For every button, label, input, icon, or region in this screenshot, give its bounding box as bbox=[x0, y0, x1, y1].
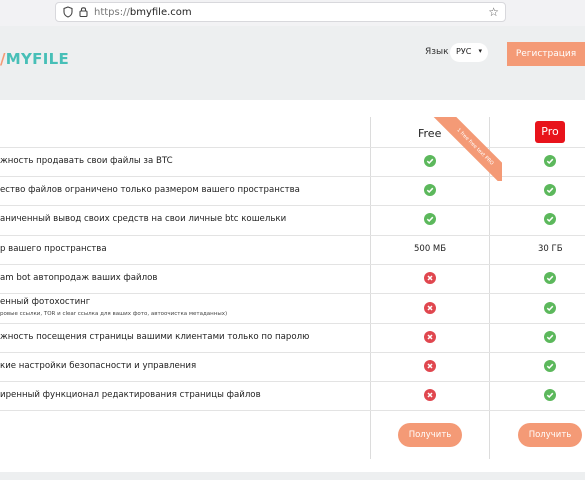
ribbon: 1 free free text PRO bbox=[430, 117, 502, 181]
bookmark-star-icon[interactable]: ☆ bbox=[488, 5, 499, 19]
check-icon bbox=[544, 331, 556, 343]
row-divider bbox=[0, 235, 585, 236]
feature-label: жность посещения страницы вашими клиента… bbox=[0, 332, 310, 342]
language-value: РУС bbox=[456, 47, 472, 56]
site-logo[interactable]: /MYFILE bbox=[0, 50, 69, 68]
storage-free-value: 500 МБ bbox=[414, 244, 447, 254]
feature-label: ество файлов ограничено только размером … bbox=[0, 185, 300, 195]
address-bar[interactable]: https://bmyfile.com ☆ bbox=[55, 2, 506, 22]
column-divider bbox=[370, 117, 371, 459]
footer-strip bbox=[0, 472, 585, 480]
feature-label: аниченный вывод своих средств на свои ли… bbox=[0, 214, 287, 224]
check-icon bbox=[544, 360, 556, 372]
storage-pro-value: 30 ГБ bbox=[538, 244, 563, 254]
feature-sublabel: ровые ссылки, TOR и clear ссылка для ваш… bbox=[0, 311, 228, 317]
feature-label: енный фотохостинг bbox=[0, 297, 91, 307]
feature-label: кие настройки безопасности и управления bbox=[0, 361, 197, 371]
check-icon bbox=[544, 213, 556, 225]
shield-icon[interactable] bbox=[63, 6, 73, 21]
url-protocol: https:// bbox=[94, 7, 130, 18]
language-select[interactable]: РУС ▾ bbox=[450, 43, 488, 62]
lock-icon[interactable] bbox=[79, 6, 88, 20]
check-icon bbox=[544, 184, 556, 196]
check-icon bbox=[544, 389, 556, 401]
row-divider bbox=[0, 323, 585, 324]
cross-icon bbox=[424, 272, 436, 284]
get-pro-button[interactable]: Получить bbox=[518, 423, 582, 447]
check-icon bbox=[424, 155, 436, 167]
row-divider bbox=[0, 264, 585, 265]
browser-toolbar: https://bmyfile.com ☆ bbox=[0, 0, 585, 26]
plan-pro-badge: Pro bbox=[535, 121, 565, 143]
feature-label: жность продавать свои файлы за BTC bbox=[0, 156, 173, 166]
check-icon bbox=[424, 184, 436, 196]
url-host: bmyfile.com bbox=[129, 7, 192, 18]
url-text[interactable]: https://bmyfile.com bbox=[94, 6, 192, 19]
feature-label: р вашего пространства bbox=[0, 244, 107, 254]
cross-icon bbox=[424, 331, 436, 343]
chevron-down-icon: ▾ bbox=[478, 47, 482, 55]
feature-label: am bot автопродаж ваших файлов bbox=[0, 273, 158, 283]
feature-label: иренный функционал редактирования страни… bbox=[0, 390, 261, 400]
ribbon-text: 1 free free text PRO bbox=[430, 117, 502, 181]
check-icon bbox=[424, 213, 436, 225]
check-icon bbox=[544, 272, 556, 284]
row-divider bbox=[0, 381, 585, 382]
cross-icon bbox=[424, 360, 436, 372]
register-button[interactable]: Регистрация bbox=[507, 42, 585, 66]
check-icon bbox=[544, 302, 556, 314]
logo-text: MYFILE bbox=[5, 50, 70, 68]
check-icon bbox=[544, 155, 556, 167]
row-divider bbox=[0, 410, 585, 411]
row-divider bbox=[0, 293, 585, 294]
cross-icon bbox=[424, 389, 436, 401]
site-header: /MYFILE Язык : РУС ▾ Регистрация bbox=[0, 26, 585, 100]
get-free-button[interactable]: Получить bbox=[398, 423, 462, 447]
row-divider bbox=[0, 205, 585, 206]
row-divider bbox=[0, 352, 585, 353]
cross-icon bbox=[424, 302, 436, 314]
